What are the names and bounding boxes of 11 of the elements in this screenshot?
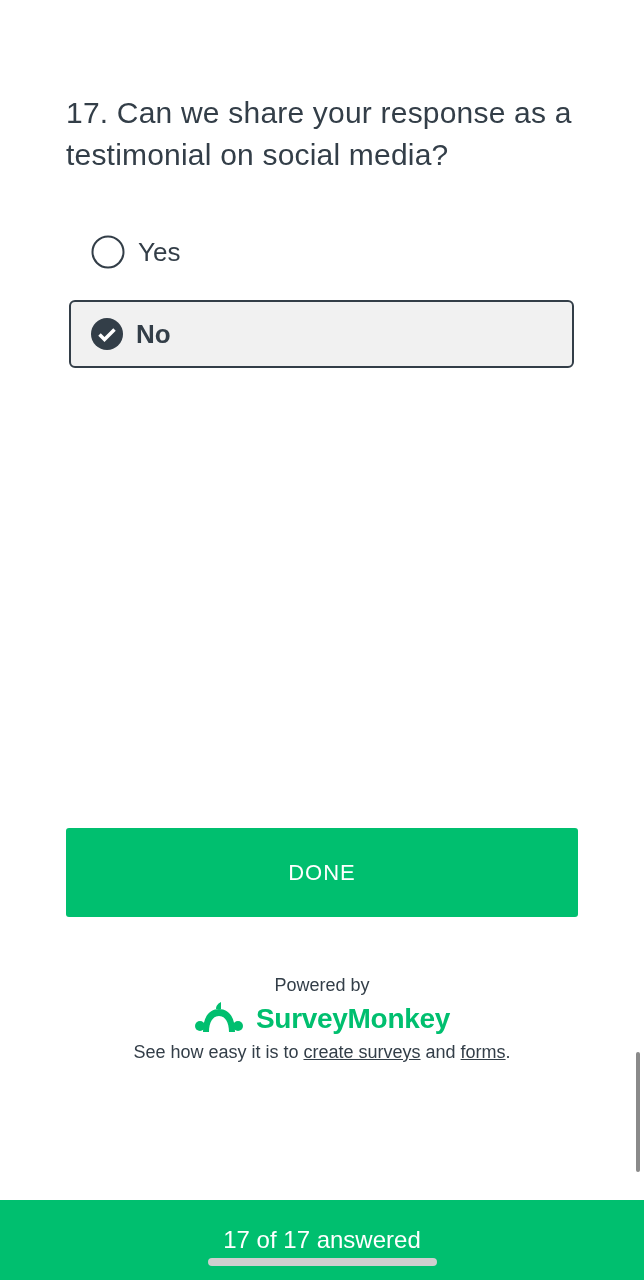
answer-option[interactable]: Yes [69, 218, 574, 286]
selected-option[interactable]: No [69, 300, 574, 368]
question-title: 17. Can we share your response as a testimonial on social media? [66, 95, 573, 173]
create-surveys-link[interactable]: create surveys [303, 1042, 421, 1062]
radio-button-icon[interactable] [91, 235, 125, 269]
brand-name: SurveyMonkey [255, 1003, 450, 1035]
powered-by-text: Powered by [274, 975, 370, 996]
checked-radio-icon[interactable] [91, 318, 123, 350]
forms-link[interactable]: forms [460, 1042, 506, 1062]
promo-sentence: See how easy it is to create surveys and forms. [133, 1042, 511, 1063]
scrollbar[interactable] [636, 1052, 640, 1172]
